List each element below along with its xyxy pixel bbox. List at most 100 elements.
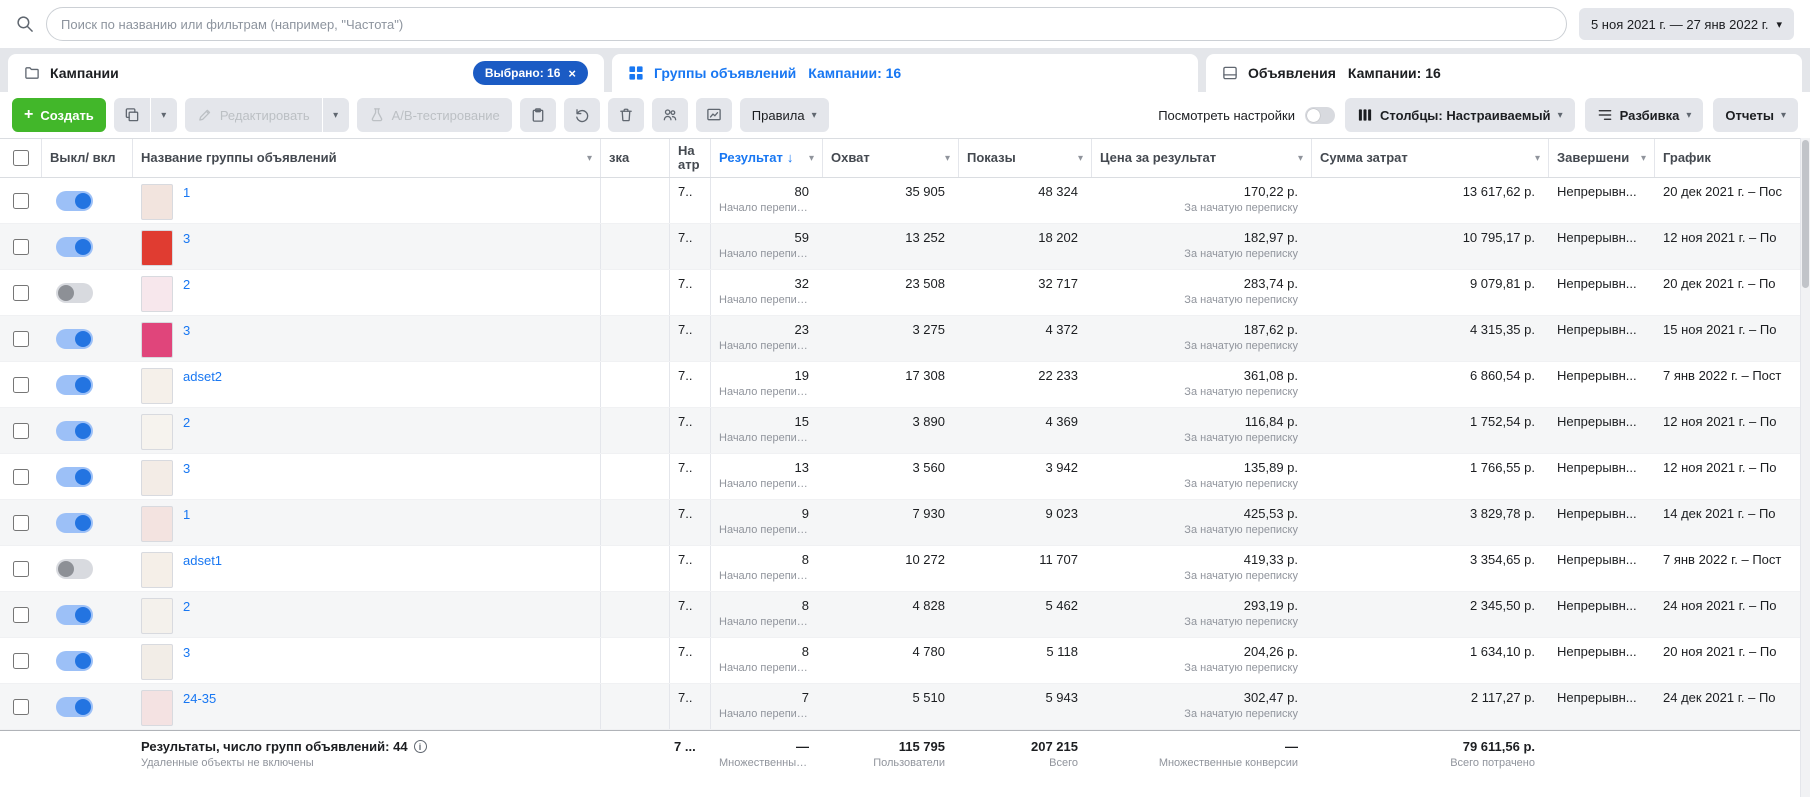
table-row[interactable]: 3 7.. 13 Начало переписк... 3 560 3 942 … — [0, 454, 1810, 500]
row-checkbox[interactable] — [13, 422, 29, 439]
header-schedule[interactable]: График — [1655, 139, 1810, 177]
adset-name-link[interactable]: 2 — [183, 414, 190, 430]
chevron-down-icon: ▾ — [811, 109, 817, 121]
cost-per-result-cell: 302,47 р. За начатую переписку — [1092, 684, 1312, 729]
ab-test-button[interactable]: A/B-тестирование — [356, 98, 512, 132]
view-charts-button[interactable] — [695, 98, 732, 132]
row-toggle[interactable] — [56, 696, 93, 717]
table-row[interactable]: 24-35 7.. 7 Начало переписк... 5 510 5 9… — [0, 684, 1810, 730]
audience-button[interactable] — [651, 98, 688, 132]
row-toggle[interactable] — [56, 328, 93, 349]
table-row[interactable]: 3 7.. 23 Начало переписк... 3 275 4 372 … — [0, 316, 1810, 362]
row-toggle-cell — [42, 684, 133, 729]
amount-spent-cell: 6 860,54 р. — [1312, 362, 1549, 407]
clipboard-button[interactable] — [519, 98, 556, 132]
adset-name-cell: 24-35 — [133, 684, 601, 729]
undo-button[interactable] — [563, 98, 600, 132]
header-reach[interactable]: Охват ▾ — [823, 139, 959, 177]
row-toggle[interactable] — [56, 282, 93, 303]
row-toggle[interactable] — [56, 558, 93, 579]
row-checkbox[interactable] — [13, 606, 29, 623]
row-checkbox[interactable] — [13, 192, 29, 209]
edit-dropdown-button[interactable]: ▾ — [322, 98, 349, 132]
date-range-selector[interactable]: 5 ноя 2021 г. — 27 янв 2022 г. ▾ — [1578, 8, 1794, 40]
header-cost-per-result[interactable]: Цена за результат ▾ — [1092, 139, 1312, 177]
adset-name-link[interactable]: 3 — [183, 322, 190, 338]
selected-campaigns-badge[interactable]: Выбрано: 16 × — [472, 61, 588, 85]
row-toggle[interactable] — [56, 650, 93, 671]
edit-button[interactable]: Редактировать — [184, 98, 322, 132]
duplicate-dropdown-button[interactable]: ▾ — [150, 98, 177, 132]
row-checkbox[interactable] — [13, 468, 29, 485]
adset-name-link[interactable]: 1 — [183, 184, 190, 200]
header-attribution[interactable]: На атр — [670, 139, 711, 177]
header-delivery[interactable]: зка — [601, 139, 670, 177]
select-all-checkbox[interactable] — [12, 150, 29, 166]
header-adset-name[interactable]: Название группы объявлений ▾ — [133, 139, 601, 177]
header-result[interactable]: Результат ↓ ▾ — [711, 139, 823, 177]
table-row[interactable]: 1 7.. 80 Начало переписк... 35 905 48 32… — [0, 178, 1810, 224]
row-checkbox[interactable] — [13, 238, 29, 255]
breakdown-button[interactable]: Разбивка ▾ — [1584, 98, 1704, 132]
adset-name-cell: adset1 — [133, 546, 601, 591]
delivery-cell — [601, 316, 670, 361]
row-toggle[interactable] — [56, 190, 93, 211]
row-toggle[interactable] — [56, 512, 93, 533]
header-ends[interactable]: Завершени ▾ — [1549, 139, 1655, 177]
row-toggle[interactable] — [56, 374, 93, 395]
reports-button[interactable]: Отчеты ▾ — [1713, 98, 1798, 132]
adset-name-link[interactable]: 24-35 — [183, 690, 216, 706]
vertical-scrollbar[interactable] — [1800, 138, 1810, 797]
row-toggle[interactable] — [56, 236, 93, 257]
table-row[interactable]: 2 7.. 8 Начало переписк... 4 828 5 462 2… — [0, 592, 1810, 638]
row-toggle[interactable] — [56, 604, 93, 625]
table-row[interactable]: 2 7.. 32 Начало переписк... 23 508 32 71… — [0, 270, 1810, 316]
adset-name-link[interactable]: 2 — [183, 598, 190, 614]
adset-name-cell: 1 — [133, 500, 601, 545]
row-checkbox[interactable] — [13, 376, 29, 393]
impressions-value: 48 324 — [1038, 184, 1078, 199]
table-row[interactable]: 3 7.. 8 Начало переписк... 4 780 5 118 2… — [0, 638, 1810, 684]
table-row[interactable]: adset1 7.. 8 Начало переписк... 10 272 1… — [0, 546, 1810, 592]
header-impressions[interactable]: Показы ▾ — [959, 139, 1092, 177]
row-checkbox[interactable] — [13, 330, 29, 347]
schedule-cell: 7 янв 2022 г. – Пост — [1663, 368, 1782, 383]
delete-button[interactable] — [607, 98, 644, 132]
info-icon[interactable]: i — [413, 740, 427, 753]
cost-per-result-value: 187,62 р. — [1243, 322, 1298, 337]
rules-button[interactable]: Правила ▾ — [739, 98, 829, 132]
header-amount-spent[interactable]: Сумма затрат ▾ — [1312, 139, 1549, 177]
row-toggle[interactable] — [56, 466, 93, 487]
tab-campaigns[interactable]: Кампании Выбрано: 16 × — [8, 54, 604, 92]
columns-button[interactable]: Столбцы: Настраиваемый ▾ — [1345, 98, 1575, 132]
trash-icon — [618, 107, 634, 123]
view-settings-toggle[interactable] — [1305, 106, 1335, 124]
table-row[interactable]: 3 7.. 59 Начало переписк... 13 252 18 20… — [0, 224, 1810, 270]
close-icon[interactable]: × — [568, 67, 576, 80]
adset-name-link[interactable]: 2 — [183, 276, 190, 292]
adset-name-link[interactable]: 3 — [183, 460, 190, 476]
search-input[interactable] — [61, 16, 1552, 32]
create-button[interactable]: + Создать — [12, 98, 106, 132]
adset-name-link[interactable]: adset2 — [183, 368, 222, 384]
result-cell: 13 Начало переписк... — [711, 454, 823, 499]
row-toggle[interactable] — [56, 420, 93, 441]
adset-name-link[interactable]: 3 — [183, 230, 190, 246]
table-row[interactable]: 2 7.. 15 Начало переписк... 3 890 4 369 … — [0, 408, 1810, 454]
adset-name-link[interactable]: adset1 — [183, 552, 222, 568]
search-icon — [16, 15, 34, 33]
scrollbar-thumb[interactable] — [1802, 140, 1809, 288]
row-checkbox[interactable] — [13, 514, 29, 531]
duplicate-button[interactable] — [113, 98, 150, 132]
row-checkbox[interactable] — [13, 698, 29, 715]
row-checkbox[interactable] — [13, 284, 29, 301]
table-row[interactable]: adset2 7.. 19 Начало переписк... 17 308 … — [0, 362, 1810, 408]
adset-name-link[interactable]: 3 — [183, 644, 190, 660]
tab-adsets[interactable]: Группы объявлений Кампании: 16 — [612, 54, 1198, 92]
row-checkbox-cell — [0, 684, 42, 729]
row-checkbox[interactable] — [13, 652, 29, 669]
table-row[interactable]: 1 7.. 9 Начало переписк... 7 930 9 023 4… — [0, 500, 1810, 546]
row-checkbox[interactable] — [13, 560, 29, 577]
tab-ads[interactable]: Объявления Кампании: 16 — [1206, 54, 1802, 92]
adset-name-link[interactable]: 1 — [183, 506, 190, 522]
